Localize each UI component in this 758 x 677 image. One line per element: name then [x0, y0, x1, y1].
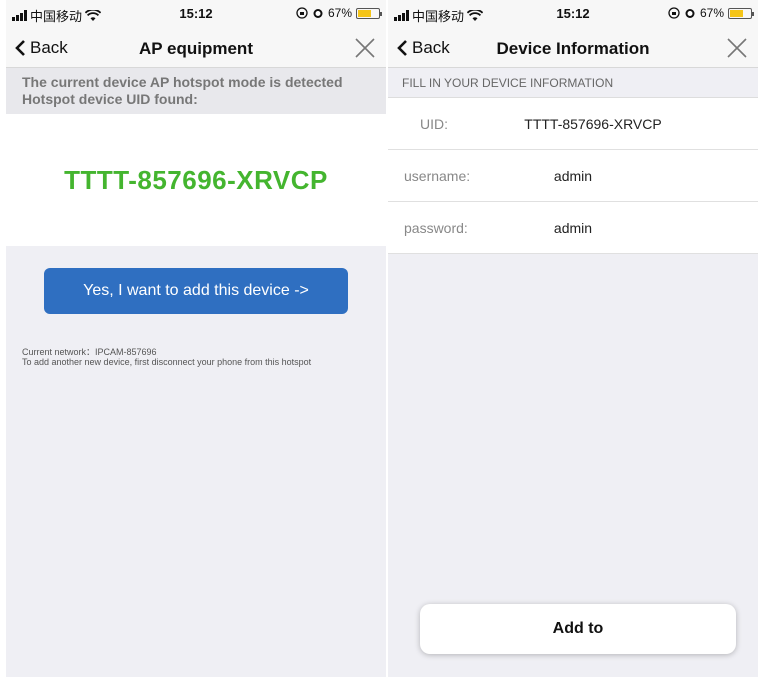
rotation-lock-icon [668, 7, 680, 19]
battery-icon [728, 7, 754, 19]
page-title: AP equipment [139, 39, 253, 58]
status-bar: 中国移动 15:12 67% [388, 0, 758, 30]
nav-bar: Back Device Information [388, 30, 758, 68]
section-header: FILL IN YOUR DEVICE INFORMATION [388, 68, 758, 98]
password-field[interactable]: admin [388, 220, 758, 236]
detection-line-2: Hotspot device UID found: [22, 91, 198, 107]
current-network: Current network：IPCAM-857696 [22, 347, 157, 357]
uid-panel: TTTT-857696-XRVCP [6, 114, 386, 246]
detection-line-1: The current device AP hotspot mode is de… [22, 74, 343, 90]
uid-row: UID: TTTT-857696-XRVCP [388, 98, 758, 150]
battery-percent: 67% [699, 6, 724, 20]
close-icon[interactable] [726, 37, 748, 59]
alarm-icon [313, 9, 323, 18]
status-bar: 中国移动 15:12 67% [6, 0, 386, 30]
username-row[interactable]: username: admin [388, 150, 758, 202]
network-info: Current network：IPCAM-857696 To add anot… [22, 347, 311, 367]
battery-percent: 67% [327, 6, 352, 20]
device-information-screen: 中国移动 15:12 67% Back Device Information F… [388, 0, 758, 677]
nav-bar: Back AP equipment [6, 30, 386, 68]
page-title: Device Information [496, 39, 650, 58]
device-uid: TTTT-857696-XRVCP [64, 164, 328, 195]
hotspot-hint: To add another new device, first disconn… [22, 357, 312, 367]
uid-value: TTTT-857696-XRVCP [524, 115, 662, 132]
device-form: UID: TTTT-857696-XRVCP username: admin p… [388, 98, 758, 254]
status-right: 67% [296, 6, 382, 20]
add-to-button[interactable]: Add to [420, 604, 736, 654]
detection-message: The current device AP hotspot mode is de… [6, 68, 386, 114]
close-icon[interactable] [354, 37, 376, 59]
password-row[interactable]: password: admin [388, 202, 758, 254]
add-device-button[interactable]: Yes, I want to add this device -> [44, 268, 348, 314]
username-field[interactable]: admin [388, 168, 758, 184]
battery-icon [356, 7, 382, 19]
rotation-lock-icon [296, 7, 308, 19]
alarm-icon [685, 9, 695, 18]
status-right: 67% [668, 6, 754, 20]
ap-equipment-screen: 中国移动 15:12 67% Back AP equipment The cur… [6, 0, 386, 677]
